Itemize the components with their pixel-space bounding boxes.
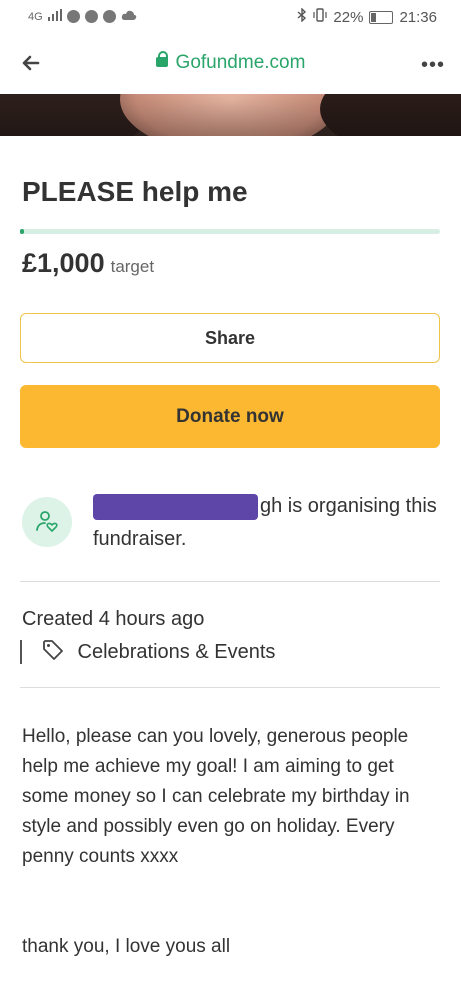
battery-percent: 22% (333, 8, 364, 26)
redacted-name (93, 493, 258, 520)
person-heart-icon (36, 511, 58, 532)
signal-icon (47, 8, 62, 25)
status-left: 4G (28, 8, 137, 25)
clock: 21:36 (399, 8, 437, 26)
organiser-icon (22, 497, 72, 547)
campaign-title: PLEASE help me (22, 176, 248, 207)
separator (20, 640, 22, 664)
divider (20, 687, 440, 688)
url-text: Gofundme.com (175, 52, 306, 73)
vibrate-icon (313, 8, 328, 26)
messenger-icon (102, 10, 116, 23)
campaign-story: Hello, please can you lovely, generous p… (22, 722, 442, 962)
share-button-label: Share (204, 327, 256, 348)
progress-fill (20, 229, 24, 234)
campaign-photo (0, 94, 461, 136)
goal-label: target (110, 257, 155, 276)
donate-button[interactable]: Donate now (20, 385, 440, 448)
story-paragraph: Hello, please can you lovely, generous p… (22, 726, 410, 867)
network-indicator: 4G (28, 10, 43, 23)
browser-url-bar: Gofundme.com ••• (0, 34, 461, 94)
status-bar: 4G 22% 21:36 (0, 0, 461, 34)
battery-icon (369, 10, 394, 24)
share-button[interactable]: Share (20, 313, 440, 363)
more-icon[interactable]: ••• (421, 54, 445, 77)
organiser-text: gh is organising this fundraiser. (93, 490, 443, 556)
divider (20, 581, 440, 582)
facebook-icon (66, 10, 80, 23)
story-paragraph: thank you, I love yous all (22, 936, 231, 957)
donate-button-label: Donate now (176, 405, 284, 427)
goal-summary: £1,000 target (22, 248, 154, 279)
created-time: Created 4 hours ago (22, 608, 205, 630)
goal-amount: £1,000 (22, 248, 105, 278)
address-field[interactable]: Gofundme.com (0, 50, 461, 74)
cloud-icon (121, 8, 137, 25)
status-right: 22% 21:36 (297, 7, 437, 26)
category-row[interactable]: Celebrations & Events (20, 638, 275, 666)
tag-icon (42, 639, 64, 666)
lock-icon (155, 50, 168, 67)
progress-bar (20, 229, 440, 234)
whatsapp-icon (84, 10, 98, 23)
category-label[interactable]: Celebrations & Events (78, 641, 276, 664)
bluetooth-icon (297, 7, 307, 26)
